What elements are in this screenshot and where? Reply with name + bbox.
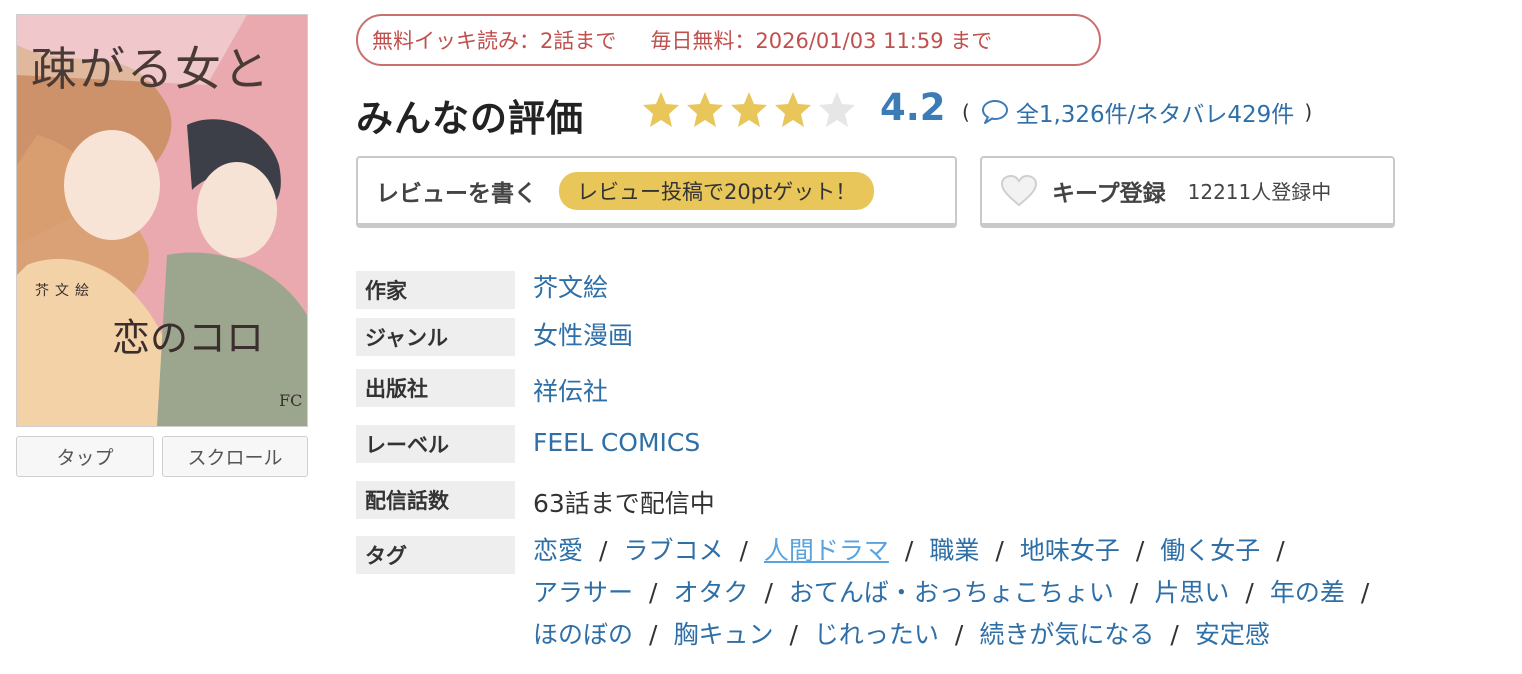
tag-link[interactable]: 年の差 <box>1270 578 1345 607</box>
cover-author: 芥文絵 <box>35 283 95 299</box>
star-filled-icon <box>687 92 723 127</box>
rating-title: みんなの評価 <box>356 97 584 140</box>
tap-mode-button[interactable]: タップ <box>16 436 154 477</box>
label-label: レーベル <box>356 425 515 463</box>
scroll-mode-button[interactable]: スクロール <box>162 436 308 477</box>
tag-link[interactable]: アラサー <box>533 578 633 607</box>
review-counts: 全1,326件/ネタバレ429件 <box>1015 102 1295 128</box>
tag-separator: / <box>1129 578 1139 607</box>
tag-separator: / <box>739 536 748 565</box>
tag-link[interactable]: 地味女子 <box>1020 536 1120 565</box>
cover-image[interactable]: 疎がる女と 恋のコロ 芥文絵 FC <box>16 14 308 427</box>
keep-count: 12211人登録中 <box>1187 180 1332 204</box>
genre-label: ジャンル <box>356 318 515 356</box>
star-filled-icon <box>731 92 767 127</box>
tag-link[interactable]: 安定感 <box>1195 620 1270 649</box>
episodes-label: 配信話数 <box>356 481 515 519</box>
rating-score: 4.2 <box>880 86 946 129</box>
tag-link[interactable]: 職業 <box>929 536 979 565</box>
review-promo-badge: レビュー投稿で20ptゲット！ <box>559 171 875 210</box>
author-label: 作家 <box>356 271 515 309</box>
tag-link[interactable]: ラブコメ <box>623 536 723 565</box>
write-review-label: レビューを書く <box>376 180 537 207</box>
write-review-button[interactable]: レビューを書く レビュー投稿で20ptゲット！ <box>356 156 957 228</box>
tag-separator: / <box>1245 578 1254 607</box>
tag-row: 恋愛 / ラブコメ / 人間ドラマ / 職業 / 地味女子 / 働く女子 / <box>533 530 1473 572</box>
tag-row: ほのぼの / 胸キュン / じれったい / 続きが気になる / 安定感 <box>533 614 1473 656</box>
publisher-link[interactable]: 祥伝社 <box>533 372 608 408</box>
tag-separator: / <box>1360 578 1370 607</box>
tag-separator: / <box>1170 620 1179 649</box>
tag-link[interactable]: じれったい <box>814 620 939 649</box>
speech-bubble-icon <box>981 100 1008 124</box>
tag-link[interactable]: 続きが気になる <box>979 620 1154 649</box>
free-binge-text: 無料イッキ読み：2話まで <box>372 29 617 53</box>
tag-list: 恋愛 / ラブコメ / 人間ドラマ / 職業 / 地味女子 / 働く女子 / アラサー / オタク / おてんば… <box>533 530 1473 656</box>
tag-link[interactable]: 働く女子 <box>1160 536 1260 565</box>
daily-free-text: 毎日無料：2026/01/03 11:59 まで <box>650 29 993 53</box>
cover-title-line2: 恋のコロ <box>112 316 265 360</box>
open-paren: ( <box>962 100 970 124</box>
tag-link[interactable]: ほのぼの <box>533 620 633 649</box>
tags-label: タグ <box>356 536 515 574</box>
tag-separator: / <box>789 620 798 649</box>
tag-separator: / <box>599 536 608 565</box>
tag-separator: / <box>904 536 914 565</box>
close-paren: ) <box>1304 100 1313 124</box>
cover-title: 疎がる女と <box>31 42 271 96</box>
author-link[interactable]: 芥文絵 <box>533 268 608 304</box>
label-link[interactable]: FEEL COMICS <box>533 428 700 457</box>
keep-label: キープ登録 <box>1052 180 1166 207</box>
star-filled-icon <box>775 92 811 127</box>
keep-register-button[interactable]: キープ登録 12211人登録中 <box>980 156 1395 228</box>
cover-publisher-logo: FC <box>279 391 303 410</box>
tag-separator: / <box>649 578 658 607</box>
tag-separator: / <box>995 536 1004 565</box>
publisher-label: 出版社 <box>356 369 515 407</box>
tag-link[interactable]: 片思い <box>1154 578 1229 607</box>
tag-link[interactable]: オタク <box>673 578 748 607</box>
tag-separator: / <box>954 620 964 649</box>
tag-link[interactable]: 人間ドラマ <box>764 536 889 565</box>
tag-separator: / <box>1135 536 1145 565</box>
tag-link[interactable]: 胸キュン <box>673 620 773 649</box>
tag-link[interactable]: 恋愛 <box>533 536 583 565</box>
tag-link[interactable]: おてんば・おっちょこちょい <box>789 578 1114 607</box>
star-empty-icon <box>819 92 855 127</box>
heart-icon <box>1000 174 1038 206</box>
tag-separator: / <box>764 578 773 607</box>
episodes-value: 63話まで配信中 <box>533 489 715 518</box>
tag-separator: / <box>1276 536 1285 565</box>
tag-separator: / <box>649 620 658 649</box>
genre-link[interactable]: 女性漫画 <box>533 316 633 352</box>
star-filled-icon <box>643 92 679 127</box>
tag-row: アラサー / オタク / おてんば・おっちょこちょい / 片思い / 年の差 / <box>533 572 1473 614</box>
review-count-link[interactable]: ( 全1,326件/ネタバレ429件 ) <box>962 95 1312 129</box>
free-reading-badge: 無料イッキ読み：2話まで 毎日無料：2026/01/03 11:59 まで <box>356 14 1101 66</box>
rating-stars <box>640 89 858 131</box>
